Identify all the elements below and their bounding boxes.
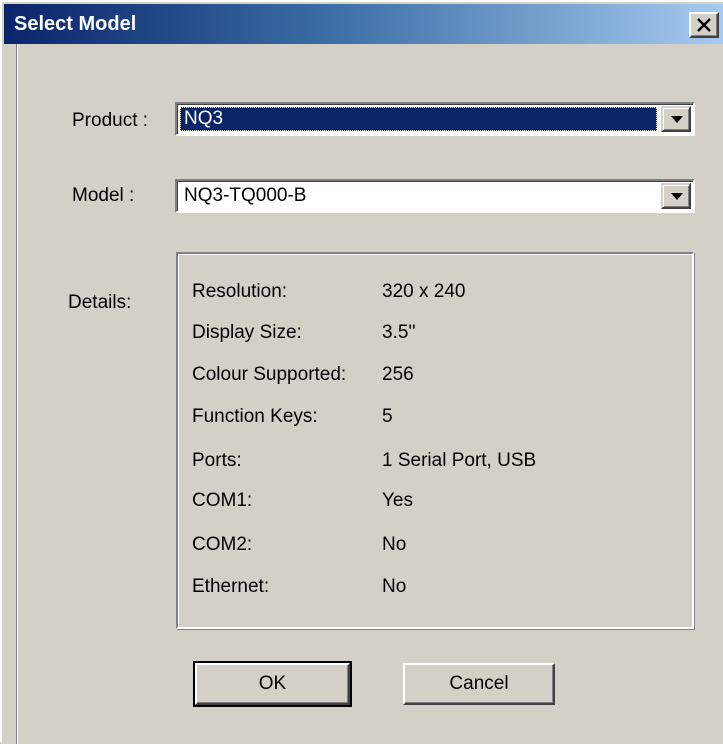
detail-value: 320 x 240 bbox=[382, 281, 466, 302]
detail-value: 256 bbox=[382, 364, 414, 385]
model-combobox[interactable]: NQ3-TQ000-B bbox=[175, 179, 695, 213]
model-value: NQ3-TQ000-B bbox=[184, 185, 307, 206]
detail-value: Yes bbox=[382, 490, 413, 511]
detail-key: Display Size: bbox=[192, 322, 302, 343]
detail-key: Ethernet: bbox=[192, 576, 270, 597]
detail-key: Function Keys: bbox=[192, 406, 318, 427]
cancel-button[interactable]: Cancel bbox=[403, 663, 555, 705]
product-label: Product : bbox=[72, 110, 149, 131]
detail-value: 1 Serial Port, USB bbox=[382, 450, 537, 471]
detail-key: COM1: bbox=[192, 490, 253, 511]
title-bar[interactable]: Select Model bbox=[4, 4, 723, 44]
detail-value: No bbox=[382, 576, 407, 597]
product-combobox[interactable]: NQ3 bbox=[175, 102, 695, 136]
detail-value: 5 bbox=[382, 406, 393, 427]
chevron-down-icon bbox=[671, 116, 683, 123]
details-label: Details: bbox=[68, 292, 132, 313]
detail-key: Ports: bbox=[192, 450, 242, 471]
detail-key: Resolution: bbox=[192, 281, 288, 302]
model-dropdown-button[interactable] bbox=[661, 183, 691, 209]
details-panel: Resolution: 320 x 240 Display Size: 3.5'… bbox=[176, 252, 694, 629]
product-value: NQ3 bbox=[180, 107, 657, 131]
detail-value: No bbox=[382, 534, 407, 555]
close-icon bbox=[697, 18, 711, 32]
close-button[interactable] bbox=[689, 12, 719, 38]
detail-value: 3.5'' bbox=[382, 322, 416, 343]
select-model-dialog: Select Model Product : NQ3 Model : NQ3-T… bbox=[0, 0, 723, 744]
window-title: Select Model bbox=[14, 13, 137, 35]
detail-key: COM2: bbox=[192, 534, 253, 555]
left-frame-edge bbox=[16, 44, 18, 744]
product-dropdown-button[interactable] bbox=[661, 106, 691, 132]
detail-key: Colour Supported: bbox=[192, 364, 347, 385]
model-label: Model : bbox=[72, 185, 135, 206]
chevron-down-icon bbox=[671, 193, 683, 200]
ok-button[interactable]: OK bbox=[193, 661, 352, 707]
